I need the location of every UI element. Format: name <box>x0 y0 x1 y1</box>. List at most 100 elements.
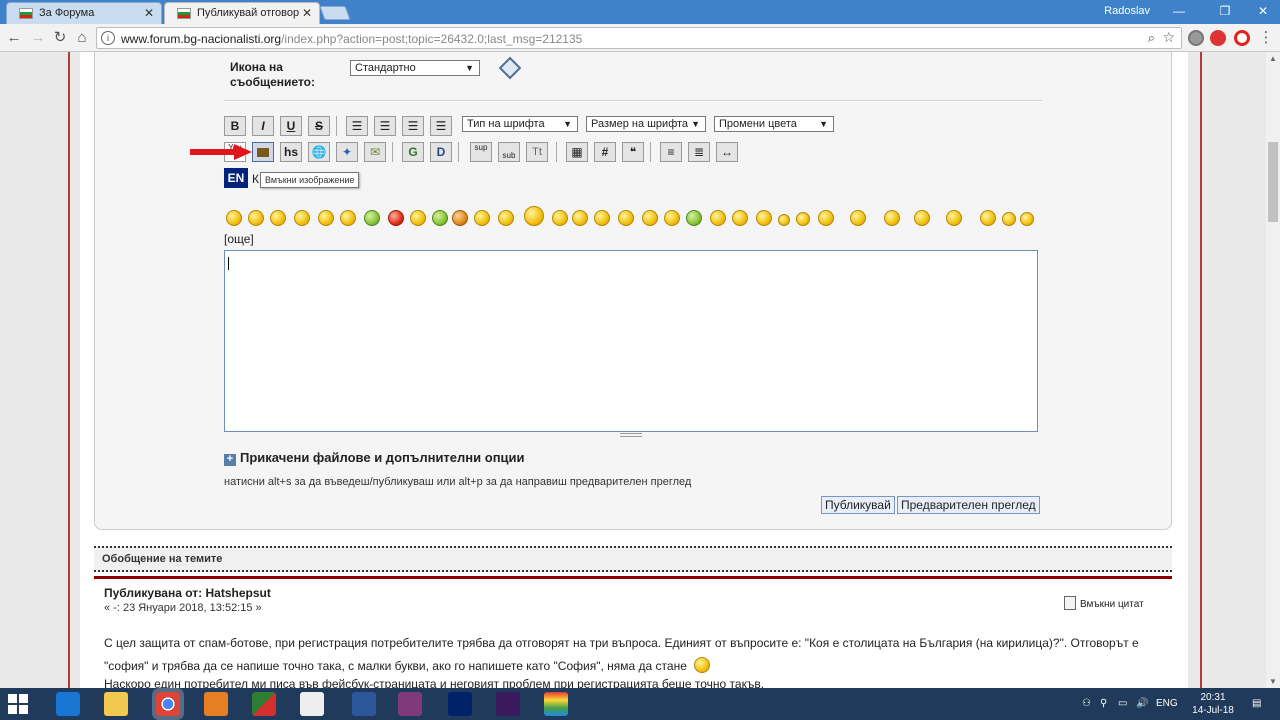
code-hash-button[interactable]: # <box>594 142 616 162</box>
font-face-select[interactable]: Тип на шрифта ▼ <box>462 116 578 132</box>
minimize-icon[interactable]: — <box>1164 2 1194 22</box>
smiley-icon[interactable] <box>432 210 448 226</box>
bulleted-list-icon[interactable]: ≡ <box>660 142 682 162</box>
back-icon[interactable]: ← <box>4 28 24 48</box>
app-icon[interactable] <box>252 692 276 716</box>
smiley-icon[interactable] <box>914 210 930 226</box>
preview-button[interactable]: Предварителен преглед <box>897 496 1040 514</box>
smiley-icon[interactable] <box>388 210 404 226</box>
smiley-icon[interactable] <box>642 210 658 226</box>
volume-icon[interactable]: 🔊 <box>1136 698 1148 709</box>
smiley-icon[interactable] <box>686 210 702 226</box>
notifications-icon[interactable]: ▤ <box>1252 698 1261 709</box>
superscript-button[interactable]: sup <box>470 142 492 162</box>
smiley-icon[interactable] <box>980 210 996 226</box>
smiley-icon[interactable] <box>946 210 962 226</box>
opera-icon[interactable] <box>1234 30 1250 46</box>
smiley-icon[interactable] <box>818 210 834 226</box>
notepad-icon[interactable] <box>300 692 324 716</box>
bold-button[interactable]: B <box>224 116 246 136</box>
smiley-icon[interactable] <box>664 210 680 226</box>
numbered-list-icon[interactable]: ≣ <box>688 142 710 162</box>
reload-icon[interactable]: ↻ <box>50 28 70 48</box>
italic-button[interactable]: I <box>252 116 274 136</box>
smiley-icon[interactable] <box>756 210 772 226</box>
scrollbar-thumb[interactable] <box>1268 142 1278 222</box>
zoom-icon[interactable]: ⌕ <box>1148 30 1155 46</box>
file-explorer-icon[interactable] <box>104 692 128 716</box>
adblock-icon[interactable] <box>1210 30 1226 46</box>
smiley-icon[interactable] <box>474 210 490 226</box>
tray-icon[interactable]: ⚇ <box>1082 698 1091 709</box>
hs-button[interactable]: hs <box>280 142 302 162</box>
maximize-icon[interactable]: ❐ <box>1210 2 1240 22</box>
input-language[interactable]: ENG <box>1156 698 1178 709</box>
table-icon[interactable]: ▦ <box>566 142 588 162</box>
smiley-icon[interactable] <box>452 210 468 226</box>
d-button[interactable]: D <box>430 142 452 162</box>
smiley-icon[interactable] <box>850 210 866 226</box>
font-color-select[interactable]: Промени цвета ▼ <box>714 116 834 132</box>
chrome-icon[interactable] <box>156 692 180 716</box>
message-icon-select[interactable]: Стандартно ▼ <box>350 60 480 76</box>
publish-button[interactable]: Публикувай <box>821 496 895 514</box>
close-icon[interactable]: ✕ <box>302 6 312 20</box>
smiley-icon[interactable] <box>364 210 380 226</box>
email-icon[interactable]: ✉ <box>364 142 386 162</box>
smiley-icon[interactable] <box>884 210 900 226</box>
menu-icon[interactable]: ⋮ <box>1256 28 1276 48</box>
smiley-icon[interactable] <box>572 210 588 226</box>
more-smileys-link[interactable]: [още] <box>224 232 254 246</box>
question-smiley-icon[interactable] <box>1020 212 1034 226</box>
flash-icon[interactable]: ✦ <box>336 142 358 162</box>
teletype-button[interactable]: Tt <box>526 142 548 162</box>
resize-grip[interactable] <box>620 433 642 437</box>
close-icon[interactable]: ✕ <box>144 6 154 20</box>
extension-icon[interactable] <box>1188 30 1204 46</box>
smiley-icon[interactable] <box>594 210 610 226</box>
smiley-icon[interactable] <box>318 210 334 226</box>
word-icon[interactable] <box>352 692 376 716</box>
smiley-icon[interactable] <box>732 210 748 226</box>
smiley-icon[interactable] <box>524 206 544 226</box>
font-size-select[interactable]: Размер на шрифта ▼ <box>586 116 706 132</box>
scroll-down-icon[interactable]: ▼ <box>1269 677 1277 686</box>
clock[interactable]: 20:31 14-Jul-18 <box>1188 691 1238 717</box>
message-textarea[interactable] <box>224 250 1038 432</box>
tab-publish-reply[interactable]: Публикувай отговор ✕ <box>164 2 320 24</box>
app-icon[interactable] <box>496 692 520 716</box>
uk-flag-icon[interactable] <box>448 692 472 716</box>
start-button[interactable] <box>8 694 28 714</box>
profile-name[interactable]: Radoslav <box>1104 5 1150 17</box>
smiley-icon[interactable] <box>248 210 264 226</box>
quote-icon[interactable]: ❝ <box>622 142 644 162</box>
close-window-icon[interactable]: ✕ <box>1248 2 1278 22</box>
globe-link-icon[interactable]: 🌐 <box>308 142 330 162</box>
smiley-icon[interactable] <box>1002 212 1016 226</box>
tab-za-foruma[interactable]: За Форума ✕ <box>6 2 162 24</box>
forward-icon[interactable]: → <box>28 28 48 48</box>
google-button[interactable]: G <box>402 142 424 162</box>
exclamation-icon[interactable] <box>796 212 810 226</box>
tray-icon[interactable]: ⚲ <box>1100 698 1107 709</box>
bookmark-star-icon[interactable]: ☆ <box>1162 29 1175 46</box>
underline-button[interactable]: U <box>280 116 302 136</box>
subscript-button[interactable]: sub <box>498 142 520 162</box>
url-text[interactable]: www.forum.bg-nacionalisti.org/index.php?… <box>121 32 582 46</box>
home-icon[interactable]: ⌂ <box>72 28 92 48</box>
onenote-icon[interactable] <box>398 692 422 716</box>
align-justify-icon[interactable]: ☰ <box>374 116 396 136</box>
language-badge[interactable]: EN <box>224 168 248 188</box>
info-icon[interactable]: i <box>101 31 115 45</box>
smiley-icon[interactable] <box>618 210 634 226</box>
smiley-icon[interactable] <box>552 210 568 226</box>
strikethrough-button[interactable]: S <box>308 116 330 136</box>
attachments-toggle[interactable]: + Прикачени файлове и допълнителни опции <box>224 450 525 466</box>
insert-quote-button[interactable]: Вмъкни цитат <box>1064 596 1144 610</box>
address-bar[interactable]: i www.forum.bg-nacionalisti.org/index.ph… <box>96 27 1182 49</box>
vertical-scrollbar[interactable]: ▲ ▼ <box>1266 52 1280 688</box>
insert-image-button[interactable] <box>252 142 274 162</box>
smiley-icon[interactable] <box>340 210 356 226</box>
scroll-up-icon[interactable]: ▲ <box>1269 54 1277 63</box>
horizontal-rule-icon[interactable]: ↔ <box>716 142 738 162</box>
